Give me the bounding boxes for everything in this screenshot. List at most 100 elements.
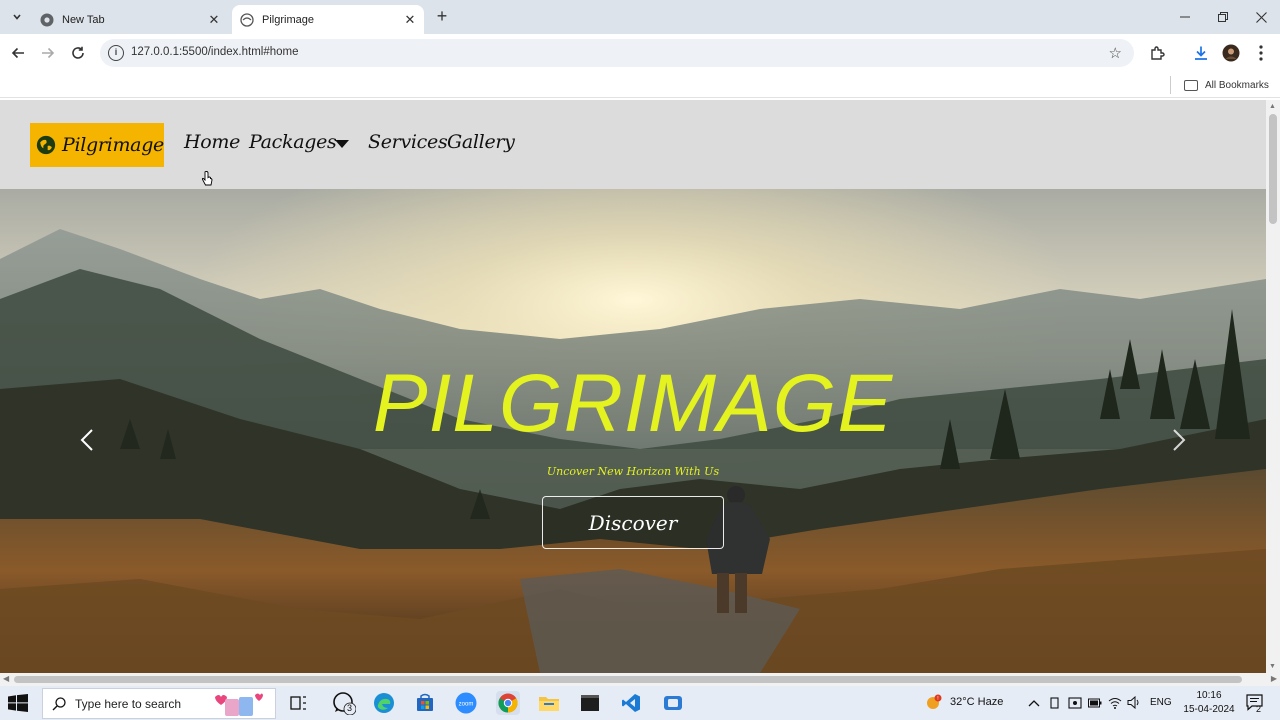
discover-button[interactable]: Discover <box>542 496 724 549</box>
address-bar[interactable]: i 127.0.0.1:5500/index.html#home ☆ <box>100 39 1134 67</box>
scroll-up-icon[interactable]: ▲ <box>1269 103 1276 110</box>
restore-icon <box>1218 12 1228 22</box>
carousel-prev-button[interactable] <box>75 425 99 455</box>
back-button[interactable] <box>7 42 29 64</box>
folder-icon <box>539 697 559 711</box>
divider <box>1170 76 1171 94</box>
travel-luggage-icon <box>215 693 264 716</box>
tray-device-icon[interactable] <box>1049 697 1061 709</box>
svg-text:zoom: zoom <box>459 702 474 708</box>
search-placeholder: Type here to search <box>75 696 182 711</box>
weather-text[interactable]: 32°C Haze <box>950 696 1003 708</box>
tab-strip: New Tab ✕ Pilgrimage ✕ + <box>0 0 1280 34</box>
folder-icon <box>1184 79 1198 91</box>
restore-button[interactable] <box>1204 0 1242 34</box>
all-bookmarks-button[interactable]: All Bookmarks <box>1184 77 1269 93</box>
taskbar: Type here to search 3 zoom ! 32°C Haze E… <box>0 686 1280 720</box>
clock-date: 15-04-2024 <box>1183 704 1235 715</box>
hero-carousel: PILGRIMAGE Uncover New Horizon With Us D… <box>0 189 1266 673</box>
downloads-button[interactable] <box>1190 42 1212 64</box>
page-favicon-icon <box>240 12 254 27</box>
tab-pilgrimage[interactable]: Pilgrimage ✕ <box>232 5 424 34</box>
nav-services-link[interactable]: Services <box>368 131 448 153</box>
snipping-tool-taskbar-button[interactable] <box>661 691 685 715</box>
vertical-scrollbar[interactable]: ▲ ▼ <box>1266 100 1280 673</box>
profile-avatar[interactable] <box>1220 42 1242 64</box>
scroll-thumb[interactable] <box>14 676 1242 683</box>
edge-icon <box>374 693 394 713</box>
clock-time: 10:16 <box>1196 690 1222 701</box>
whatsapp-icon <box>333 692 356 715</box>
chevron-left-icon <box>80 429 93 451</box>
scroll-right-icon[interactable]: ▶ <box>1271 674 1277 683</box>
nav-home-link[interactable]: Home <box>184 131 240 153</box>
battery-icon[interactable] <box>1088 698 1102 708</box>
url-text[interactable]: 127.0.0.1:5500/index.html#home <box>131 46 299 58</box>
bookmark-star-icon[interactable]: ☆ <box>1109 44 1122 62</box>
caret-down-icon[interactable] <box>335 140 349 148</box>
whatsapp-taskbar-button[interactable]: 3 <box>332 691 356 715</box>
vscode-taskbar-button[interactable] <box>619 691 643 715</box>
bookmarks-bar: All Bookmarks <box>0 72 1280 98</box>
tab-search-button[interactable] <box>6 6 28 28</box>
terminal-icon <box>581 695 599 711</box>
file-explorer-taskbar-button[interactable] <box>537 691 561 715</box>
puzzle-icon <box>1151 46 1165 60</box>
scroll-thumb[interactable] <box>1269 114 1277 224</box>
minimize-button[interactable] <box>1166 0 1204 34</box>
close-tab-icon[interactable]: ✕ <box>402 12 418 28</box>
svg-text:!: ! <box>937 696 938 702</box>
task-view-icon <box>290 696 306 710</box>
extensions-button[interactable] <box>1146 42 1168 64</box>
arrow-right-icon <box>42 47 55 59</box>
chevron-up-icon[interactable] <box>1028 698 1040 708</box>
taskbar-clock[interactable]: 10:16 15-04-2024 <box>1180 689 1238 717</box>
hero-subtitle: Uncover New Horizon With Us <box>546 465 720 478</box>
nav-packages-link[interactable]: Packages <box>249 131 337 153</box>
scroll-down-icon[interactable]: ▼ <box>1269 663 1276 670</box>
reload-button[interactable] <box>67 42 89 64</box>
scroll-left-icon[interactable]: ◀ <box>3 674 9 683</box>
store-icon <box>417 693 433 711</box>
close-window-button[interactable] <box>1242 0 1280 34</box>
all-bookmarks-label: All Bookmarks <box>1205 79 1269 91</box>
nav-gallery-link[interactable]: Gallery <box>447 131 515 153</box>
globe-icon <box>36 135 56 155</box>
volume-icon[interactable] <box>1127 696 1141 709</box>
tab-new-tab[interactable]: New Tab ✕ <box>32 5 228 34</box>
tray-app-icon[interactable] <box>1068 696 1082 710</box>
terminal-taskbar-button[interactable] <box>578 691 602 715</box>
chrome-icon <box>40 13 54 27</box>
chevron-down-icon <box>13 14 21 20</box>
weather-icon[interactable]: ! <box>925 694 943 712</box>
page-viewport: Pilgrimage Home Packages Services Galler… <box>0 100 1266 673</box>
vscode-icon <box>622 694 640 712</box>
language-indicator[interactable]: ENG <box>1150 697 1172 708</box>
tab-title: Pilgrimage <box>262 13 314 26</box>
browser-menu-button[interactable] <box>1250 42 1272 64</box>
windows-start-icon[interactable] <box>8 694 28 712</box>
zoom-icon: zoom <box>455 692 477 714</box>
close-tab-icon[interactable]: ✕ <box>206 12 222 28</box>
task-view-button[interactable] <box>287 691 311 715</box>
store-taskbar-button[interactable] <box>413 691 437 715</box>
site-navbar: Pilgrimage Home Packages Services Galler… <box>0 100 1266 189</box>
search-icon <box>52 696 66 710</box>
edge-taskbar-button[interactable] <box>372 691 396 715</box>
new-tab-button[interactable]: + <box>432 7 452 27</box>
forward-button[interactable] <box>37 42 59 64</box>
site-logo[interactable]: Pilgrimage <box>30 123 164 167</box>
site-info-icon[interactable]: i <box>108 45 124 61</box>
wifi-icon[interactable] <box>1108 696 1122 709</box>
reload-icon <box>72 46 84 59</box>
arrow-left-icon <box>11 47 24 59</box>
minimize-icon <box>1180 16 1190 18</box>
carousel-next-button[interactable] <box>1167 425 1191 455</box>
notification-icon[interactable] <box>1246 694 1264 711</box>
tab-title: New Tab <box>62 13 105 26</box>
zoom-taskbar-button[interactable]: zoom <box>454 691 478 715</box>
horizontal-scrollbar[interactable]: ◀ ▶ <box>0 673 1280 686</box>
mouse-cursor-icon <box>201 171 213 186</box>
chrome-taskbar-button[interactable] <box>496 691 520 715</box>
taskbar-search-box[interactable]: Type here to search <box>42 688 276 719</box>
